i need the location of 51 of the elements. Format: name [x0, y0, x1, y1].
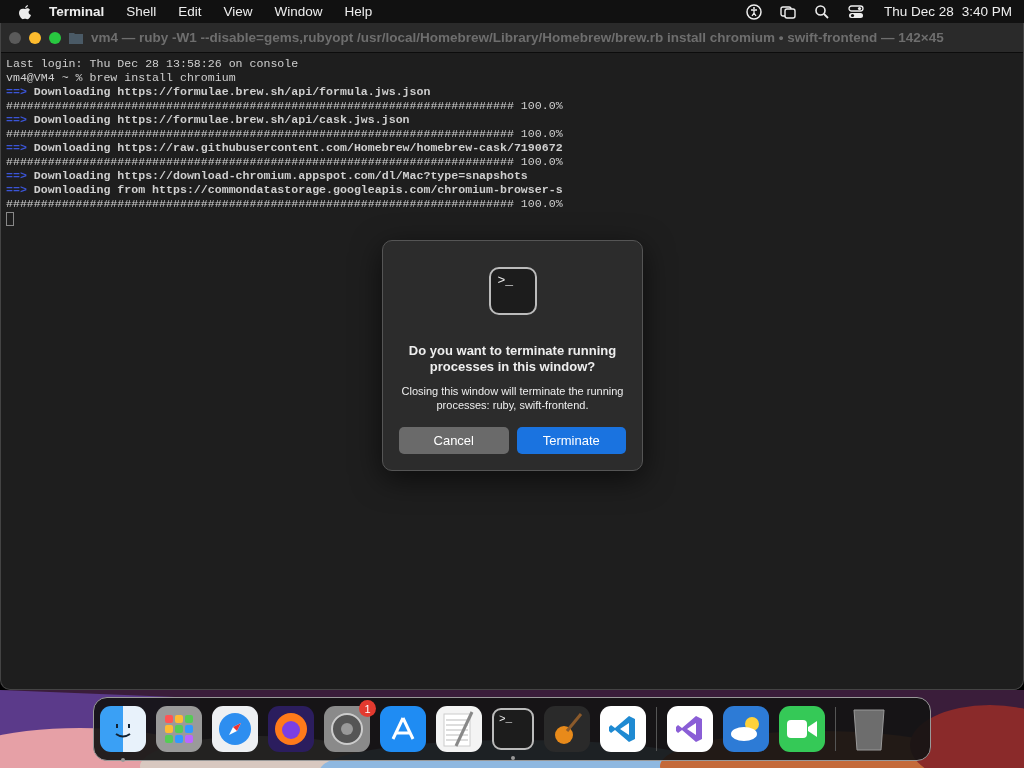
window-title: vm4 — ruby -W1 --disable=gems,rubyopt /usr/local/Homebrew/Library/Homebrew/brew.rb install chromium • swift-frontend — 142×45 [91, 30, 944, 45]
gear-icon[interactable] [324, 706, 370, 752]
arrow-marker: ==> [6, 169, 27, 182]
notepad-icon[interactable] [436, 706, 482, 752]
terminal-app-icon[interactable]: >_ [492, 708, 534, 750]
terminal-line: Downloading https://formulae.brew.sh/api/formula.jws.json [33, 85, 431, 98]
terminal-line: Downloading https://download-chromium.appspot.com/dl/Mac?type=snapshots [33, 169, 528, 182]
ribbon-icon[interactable] [600, 706, 646, 752]
cancel-button[interactable]: Cancel [399, 427, 509, 454]
menu-bar-time[interactable]: 3:40 PM [961, 4, 1012, 19]
terminal-line: Downloading https://raw.githubusercontent.com/Homebrew/homebrew-cask/7190672 [33, 141, 563, 154]
app-menu[interactable]: Terminal [49, 4, 105, 19]
terminal-line: ######################################################################### 100.0% [6, 99, 564, 113]
grid-icon[interactable] [156, 706, 202, 752]
menu-item[interactable]: Shell [126, 4, 157, 19]
accessibility-icon[interactable] [745, 3, 762, 20]
guitar-icon[interactable] [544, 706, 590, 752]
terminal-line: Last login: Thu Dec 28 13:58:26 on console [6, 57, 300, 71]
terminal-line: ######################################################################### 100.0% [6, 155, 564, 169]
terminal-line: vm4@VM4 ~ % brew install chromium [6, 71, 237, 85]
zoom-button[interactable] [49, 31, 61, 44]
arrow-marker: ==> [6, 113, 27, 126]
dialog-message: Closing this window will terminate the running processes: ruby, swift-frontend. [400, 384, 625, 412]
cloud-sun-icon[interactable] [723, 706, 769, 752]
camera-icon[interactable] [779, 706, 825, 752]
menu-item[interactable]: Help [344, 4, 373, 19]
terminate-button[interactable]: Terminate [516, 427, 626, 454]
dialog-title: Do you want to terminate running processes in this window? [407, 343, 618, 375]
arrow-marker: ==> [6, 141, 27, 154]
terminal-line: ######################################################################### 100.0% [6, 197, 564, 211]
terminal-line: Downloading from https://commondatastorage.googleapis.com/chromium-browser-s [33, 183, 563, 196]
notification-badge: 1 [359, 700, 376, 717]
terminal-line: Downloading https://formulae.brew.sh/api/cask.jws.json [33, 113, 410, 126]
face-icon[interactable] [100, 706, 146, 752]
text-cursor [6, 212, 14, 226]
terminal-app-icon: >_ [488, 267, 537, 315]
menu-item[interactable]: Window [274, 4, 323, 19]
arrow-marker: ==> [6, 183, 27, 196]
folder-icon [69, 31, 83, 44]
terminal-line: ######################################################################### 100.0% [6, 127, 564, 141]
apple-icon[interactable] [18, 3, 32, 20]
toggles-icon[interactable] [847, 3, 864, 20]
menu-bar-date[interactable]: Thu Dec 28 [883, 4, 954, 19]
letter-a-icon[interactable] [380, 706, 426, 752]
arrow-marker: ==> [6, 85, 27, 98]
compass-icon[interactable] [212, 706, 258, 752]
search-icon[interactable] [813, 3, 830, 20]
menu-item[interactable]: View [223, 4, 253, 19]
menu-item[interactable]: Edit [178, 4, 202, 19]
minimize-button[interactable] [29, 31, 41, 44]
windows-icon[interactable] [779, 3, 796, 20]
